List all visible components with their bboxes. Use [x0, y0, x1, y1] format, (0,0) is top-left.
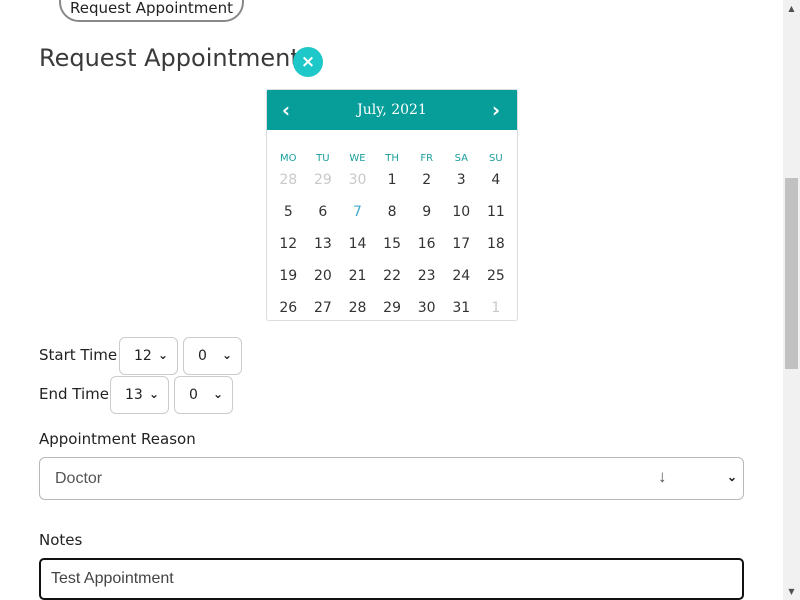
scrollbar-thumb[interactable] [785, 178, 798, 369]
calendar-day[interactable]: 15 [375, 228, 410, 260]
request-appointment-button[interactable]: Request Appointment [59, 0, 244, 22]
end-hour-select[interactable]: 13 ⌄ [110, 376, 169, 414]
appointment-reason-label: Appointment Reason [39, 430, 196, 448]
vertical-scrollbar[interactable]: ▲ ▼ [783, 0, 800, 600]
start-time-label: Start Time [39, 346, 118, 364]
weekday-label: FR [420, 153, 434, 164]
weekday-header-row: MO TU WE TH FR SA SU [267, 142, 517, 164]
calendar-day[interactable]: 11 [479, 196, 514, 228]
weekday-label: WE [349, 153, 366, 164]
calendar-day-next-month[interactable]: 1 [479, 292, 514, 324]
next-month-button[interactable]: › [478, 90, 514, 130]
close-icon: × [300, 52, 316, 72]
start-hour-value: 12 [134, 348, 152, 364]
arrow-down-icon: ↓ [658, 467, 667, 486]
calendar-day[interactable]: 22 [375, 260, 410, 292]
calendar-day[interactable]: 1 [375, 164, 410, 196]
calendar-day[interactable]: 5 [271, 196, 306, 228]
appointment-reason-value: Doctor [55, 469, 103, 487]
weekday-label: TH [385, 153, 399, 164]
calendar-header: ‹ July, 2021 › [267, 90, 517, 130]
chevron-left-icon: ‹ [281, 98, 291, 122]
calendar-day-prev-month[interactable]: 28 [271, 164, 306, 196]
calendar-day[interactable]: 20 [306, 260, 341, 292]
end-minute-value: 0 [189, 387, 198, 403]
start-minute-select[interactable]: 0 ⌄ [183, 337, 242, 375]
weekday-label: TU [316, 153, 330, 164]
calendar-day[interactable]: 27 [306, 292, 341, 324]
weekday-label: SA [454, 153, 468, 164]
start-hour-select[interactable]: 12 ⌄ [119, 337, 178, 375]
previous-month-button[interactable]: ‹ [268, 90, 304, 130]
calendar-day-prev-month[interactable]: 29 [306, 164, 341, 196]
calendar-day[interactable]: 12 [271, 228, 306, 260]
calendar-day[interactable]: 14 [340, 228, 375, 260]
notes-label: Notes [39, 531, 83, 549]
appointment-reason-select[interactable]: Doctor ↓ ⌄ [39, 457, 744, 500]
notes-input[interactable] [39, 558, 744, 600]
calendar-day[interactable]: 31 [444, 292, 479, 324]
calendar-day[interactable]: 8 [375, 196, 410, 228]
chevron-down-icon: ⌄ [221, 348, 232, 362]
chevron-down-icon: ⌄ [157, 348, 168, 362]
calendar-day[interactable]: 16 [409, 228, 444, 260]
scroll-up-arrow-icon[interactable]: ▲ [783, 0, 800, 17]
calendar-day[interactable]: 18 [479, 228, 514, 260]
calendar-day[interactable]: 21 [340, 260, 375, 292]
calendar-day-prev-month[interactable]: 30 [340, 164, 375, 196]
calendar-day[interactable]: 24 [444, 260, 479, 292]
weekday-label: MO [280, 153, 297, 164]
calendar-day[interactable]: 9 [409, 196, 444, 228]
end-minute-select[interactable]: 0 ⌄ [174, 376, 233, 414]
calendar-day[interactable]: 30 [409, 292, 444, 324]
calendar-day[interactable]: 29 [375, 292, 410, 324]
calendar-day[interactable]: 26 [271, 292, 306, 324]
calendar-day[interactable]: 3 [444, 164, 479, 196]
page-title: Request Appointment [39, 44, 300, 72]
calendar-day[interactable]: 4 [479, 164, 514, 196]
calendar-days: 28 29 30 1 2 3 4 5 6 7 8 9 10 11 12 13 1… [267, 164, 517, 324]
close-button[interactable]: × [293, 47, 323, 77]
chevron-down-icon: ⌄ [148, 387, 159, 401]
calendar-day-today[interactable]: 7 [340, 196, 375, 228]
start-minute-value: 0 [198, 348, 207, 364]
chevron-down-icon: ⌄ [726, 470, 737, 484]
calendar-day[interactable]: 19 [271, 260, 306, 292]
chevron-down-icon: ⌄ [212, 387, 223, 401]
calendar-month-label: July, 2021 [357, 102, 427, 118]
weekday-label: SU [489, 153, 503, 164]
calendar-day[interactable]: 6 [306, 196, 341, 228]
scroll-down-arrow-icon[interactable]: ▼ [783, 583, 800, 600]
chevron-right-icon: › [491, 98, 501, 122]
calendar-day[interactable]: 17 [444, 228, 479, 260]
calendar-day[interactable]: 28 [340, 292, 375, 324]
date-picker: ‹ July, 2021 › MO TU WE TH FR SA SU 28 2… [266, 89, 518, 321]
end-time-label: End Time [39, 385, 109, 403]
calendar-day[interactable]: 25 [479, 260, 514, 292]
calendar-day[interactable]: 13 [306, 228, 341, 260]
end-hour-value: 13 [125, 387, 143, 403]
calendar-day[interactable]: 10 [444, 196, 479, 228]
calendar-day[interactable]: 2 [409, 164, 444, 196]
calendar-day[interactable]: 23 [409, 260, 444, 292]
